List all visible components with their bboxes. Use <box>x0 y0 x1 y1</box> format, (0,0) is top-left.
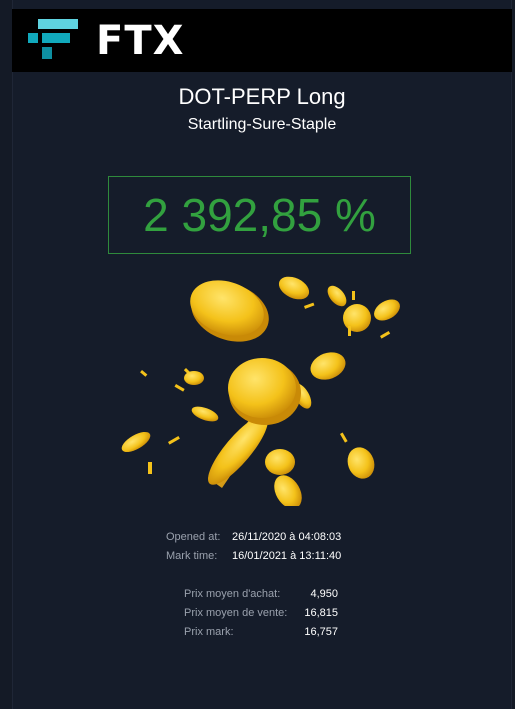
opened-at-value: 26/11/2020 à 04:08:03 <box>232 531 342 543</box>
pnl-percent: 2 392,85 % <box>143 189 376 241</box>
gold-coins-icon <box>121 276 400 506</box>
avg-buy-price-row: Prix moyen d'achat: 4,950 <box>184 585 338 604</box>
mark-time-label: Mark time: <box>166 550 218 562</box>
avg-buy-price-value: 4,950 <box>310 588 338 600</box>
avg-buy-price-label: Prix moyen d'achat: <box>184 588 281 600</box>
position-title: DOT-PERP Long <box>178 84 346 109</box>
opened-at-label: Opened at: <box>166 531 221 543</box>
mark-price-value: 16,757 <box>304 626 338 638</box>
ftx-wordmark: FTX <box>96 18 185 64</box>
ftx-logo-icon <box>28 19 78 59</box>
avg-sell-price-label: Prix moyen de vente: <box>184 607 288 619</box>
mark-time-row: Mark time: 16/01/2021 à 13:11:40 <box>166 547 341 566</box>
avg-sell-price-row: Prix moyen de vente: 16,815 <box>184 604 338 623</box>
dates-table: Opened at: 26/11/2020 à 04:08:03 Mark ti… <box>166 528 341 566</box>
mark-price-label: Prix mark: <box>184 626 234 638</box>
logo-bar: FTX <box>12 9 512 72</box>
mark-time-value: 16/01/2021 à 13:11:40 <box>232 550 342 562</box>
account-name: Startling-Sure-Staple <box>187 116 337 133</box>
avg-sell-price-value: 16,815 <box>304 607 338 619</box>
prices-table: Prix moyen d'achat: 4,950 Prix moyen de … <box>184 585 338 642</box>
opened-at-row: Opened at: 26/11/2020 à 04:08:03 <box>166 528 341 547</box>
mark-price-row: Prix mark: 16,757 <box>184 623 338 642</box>
pnl-box: 2 392,85 % <box>108 176 411 254</box>
